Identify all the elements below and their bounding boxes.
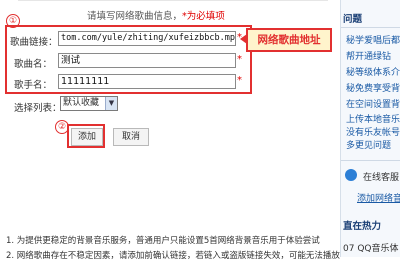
required-star: *	[237, 75, 242, 86]
divider	[341, 27, 400, 28]
sidebar-link[interactable]: 在空间设置背	[346, 97, 400, 110]
sidebar-section-item[interactable]: 07 QQ音乐体	[343, 241, 398, 254]
sidebar-link[interactable]: 上传本地音乐	[346, 112, 400, 125]
song-url-label: 歌曲链接：	[10, 37, 58, 48]
sidebar-link[interactable]: 秘学爱唱后都有	[346, 33, 400, 46]
sidebar-link[interactable]: 帮开通绿钻	[346, 49, 391, 62]
sidebar-add-link[interactable]: 添加网络音	[357, 191, 400, 204]
help-sidebar: 问题 秘学爱唱后都有 帮开通绿钻 秘等级体系介绍 秘免费享受背景 在空间设置背 …	[340, 0, 400, 257]
sidebar-more-link[interactable]: 多更见问题	[346, 138, 391, 151]
support-icon	[345, 169, 357, 181]
required-star: *	[237, 54, 242, 65]
singer-name-input[interactable]: 11111111	[58, 74, 236, 89]
sidebar-header: 问题	[343, 14, 363, 25]
divider	[341, 160, 400, 161]
list-select[interactable]: 默认收藏 ▼	[60, 96, 118, 111]
divider	[18, 0, 328, 1]
note-line-1: 1. 为提供更稳定的背景音乐服务，普通用户只能设置5首网络背景音乐用于体验尝试	[6, 236, 320, 246]
required-hint: *为必填项	[182, 11, 225, 22]
sidebar-link[interactable]: 秘等级体系介绍	[346, 65, 400, 78]
add-button[interactable]: 添加	[71, 128, 103, 146]
sidebar-support-text[interactable]: 在线客服	[363, 170, 399, 183]
main-panel: 请填写网络歌曲信息，*为必填项 ① 歌曲链接： tom.com/yule/zhi…	[0, 0, 340, 261]
list-select-label: 选择列表：	[14, 103, 62, 114]
song-name-input[interactable]: 测试	[58, 53, 236, 68]
singer-name-label: 歌手名：	[13, 80, 52, 91]
song-name-label: 歌曲名：	[13, 59, 52, 70]
intro-text: 请填写网络歌曲信息，	[87, 11, 183, 22]
callout-song-url: 网络歌曲地址	[246, 28, 332, 52]
song-url-input[interactable]: tom.com/yule/zhiting/xufeizbbcb.mp3	[58, 31, 236, 46]
note-line-2: 2. 网络歌曲存在不稳定因素，请添加前确认链接，若链入或盗版链接失效，可能无法播…	[6, 251, 340, 261]
cancel-button[interactable]: 取消	[113, 128, 149, 146]
sidebar-link[interactable]: 秘免费享受背景	[346, 81, 400, 94]
sidebar-section-header: 直在热力	[343, 221, 382, 232]
list-select-value: 默认收藏	[63, 98, 100, 108]
chevron-down-icon[interactable]: ▼	[105, 97, 117, 110]
form-intro: 请填写网络歌曲信息，*为必填项	[87, 8, 225, 22]
sidebar-link[interactable]: 没有乐友帐号	[346, 125, 400, 138]
